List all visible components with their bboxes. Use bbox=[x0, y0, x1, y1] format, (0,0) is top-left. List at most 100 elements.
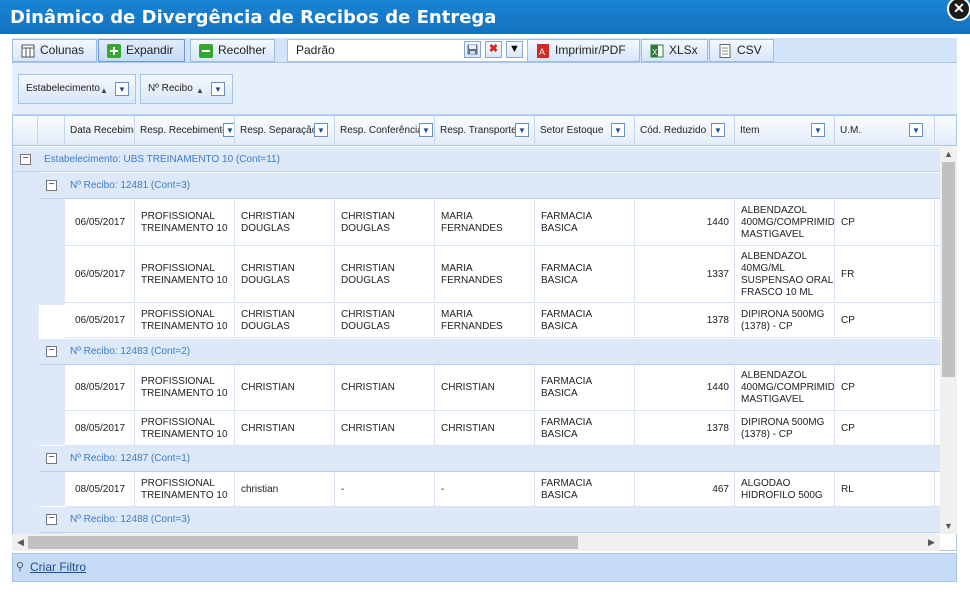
layout-value: Padrão bbox=[296, 43, 335, 57]
cell-resp-recebimento: PROFISSIONAL TREINAMENTO 10 bbox=[135, 200, 235, 245]
table-row[interactable]: 08/05/2017 PROFISSIONAL TREINAMENTO 10 c… bbox=[65, 473, 940, 507]
scroll-down-icon[interactable]: ▼ bbox=[940, 518, 957, 534]
header-item[interactable]: Item ▼ bbox=[735, 116, 835, 146]
collapse-toggle-icon[interactable]: − bbox=[46, 453, 57, 464]
group-chip-receipt[interactable]: Nº Recibo ▲ ▼ bbox=[140, 74, 233, 104]
cell-date: 06/05/2017 bbox=[65, 247, 135, 302]
chevron-down-icon[interactable]: ▼ bbox=[711, 123, 725, 137]
cell-um: CP bbox=[835, 366, 935, 410]
table-row[interactable]: 06/05/2017 PROFISSIONAL TREINAMENTO 10 C… bbox=[65, 304, 940, 338]
columns-icon bbox=[21, 44, 35, 58]
cell-date: 08/05/2017 bbox=[65, 473, 135, 506]
chevron-down-icon[interactable]: ▼ bbox=[223, 123, 234, 137]
chevron-down-icon[interactable]: ▼ bbox=[314, 123, 328, 137]
chevron-down-icon[interactable]: ▼ bbox=[115, 82, 129, 96]
sort-asc-icon: ▲ bbox=[100, 86, 108, 95]
group-indent bbox=[13, 172, 39, 550]
collapse-toggle-icon[interactable]: − bbox=[46, 346, 57, 357]
table-row[interactable]: 06/05/2017 PROFISSIONAL TREINAMENTO 10 C… bbox=[65, 247, 940, 303]
collapse-toggle-icon[interactable]: − bbox=[46, 180, 57, 191]
window-titlebar: Dinâmico de Divergência de Recibos de En… bbox=[0, 0, 970, 34]
cell-setor-estoque: FARMACIA BASICA bbox=[535, 366, 635, 410]
scroll-up-icon[interactable]: ▲ bbox=[940, 146, 957, 162]
sort-asc-icon: ▲ bbox=[196, 86, 204, 95]
cell-um: CP bbox=[835, 304, 935, 337]
chevron-down-icon[interactable]: ▼ bbox=[419, 123, 433, 137]
group-row-establishment[interactable]: − Estabelecimento: UBS TREINAMENTO 10 (C… bbox=[13, 147, 940, 172]
collapse-toggle-icon[interactable]: − bbox=[20, 154, 31, 165]
group-indent bbox=[39, 199, 65, 305]
cell-item: DIPIRONA 500MG (1378) - CP bbox=[735, 304, 835, 337]
print-pdf-button[interactable]: A Imprimir/PDF bbox=[527, 39, 640, 62]
vertical-scrollbar[interactable]: ▲ ▼ bbox=[940, 146, 957, 534]
group-chip-establishment[interactable]: Estabelecimento ▲ ▼ bbox=[18, 74, 136, 104]
header-label: Resp. Conferência bbox=[340, 125, 423, 136]
expand-label: Expandir bbox=[126, 43, 174, 57]
collapse-button[interactable]: Recolher bbox=[190, 39, 275, 62]
chevron-down-icon[interactable]: ▼ bbox=[811, 123, 825, 137]
excel-icon: X bbox=[650, 44, 664, 58]
horizontal-scrollbar[interactable]: ◀ ▶ bbox=[12, 534, 940, 551]
print-pdf-label: Imprimir/PDF bbox=[555, 43, 626, 57]
group-row-receipt[interactable]: − Nº Recibo: 12483 (Cont=2) bbox=[39, 339, 940, 365]
columns-button[interactable]: Colunas bbox=[12, 39, 97, 62]
group-row-receipt[interactable]: − Nº Recibo: 12488 (Cont=3) bbox=[39, 507, 940, 533]
header-label: Resp. Transporte bbox=[440, 125, 517, 136]
chevron-down-icon[interactable]: ▼ bbox=[611, 123, 625, 137]
group-label: Nº Recibo: 12487 (Cont=1) bbox=[70, 453, 191, 464]
chevron-down-icon[interactable]: ▼ bbox=[909, 123, 923, 137]
header-label: U.M. bbox=[840, 125, 862, 136]
plus-icon bbox=[107, 44, 121, 58]
header-setor-estoque[interactable]: Setor Estoque ▼ bbox=[535, 116, 635, 146]
header-data-recebimento[interactable]: Data Recebimento bbox=[65, 116, 135, 146]
delete-layout-button[interactable]: ✖ bbox=[485, 41, 502, 58]
cell-resp-separacao: CHRISTIAN DOUGLAS bbox=[235, 247, 335, 302]
header-cod-reduzido[interactable]: Cód. Reduzido ▼ bbox=[635, 116, 735, 146]
header-um[interactable]: U.M. ▼ bbox=[835, 116, 935, 146]
cell-date: 06/05/2017 bbox=[65, 304, 135, 337]
cell-item: DIPIRONA 500MG (1378) - CP bbox=[735, 412, 835, 445]
scroll-right-icon[interactable]: ▶ bbox=[923, 534, 940, 550]
table-row[interactable]: 06/05/2017 PROFISSIONAL TREINAMENTO 10 C… bbox=[65, 200, 940, 246]
csv-button[interactable]: CSV bbox=[709, 39, 774, 62]
group-row-receipt[interactable]: − Nº Recibo: 12487 (Cont=1) bbox=[39, 446, 940, 472]
close-button[interactable]: ✕ bbox=[947, 0, 970, 21]
vertical-scroll-thumb[interactable] bbox=[942, 162, 955, 377]
document-icon bbox=[719, 44, 731, 58]
header-label: Data Recebimento bbox=[70, 125, 134, 136]
cell-resp-transporte: MARIA FERNANDES bbox=[435, 200, 535, 245]
group-label: Nº Recibo: 12481 (Cont=3) bbox=[70, 180, 191, 191]
table-row[interactable]: 08/05/2017 PROFISSIONAL TREINAMENTO 10 C… bbox=[65, 412, 940, 446]
header-spacer bbox=[13, 116, 38, 146]
xlsx-label: XLSx bbox=[669, 43, 698, 57]
create-filter-link[interactable]: Criar Filtro bbox=[30, 560, 86, 574]
header-resp-recebimento[interactable]: Resp. Recebimento ▼ bbox=[135, 116, 235, 146]
chevron-down-icon[interactable]: ▼ bbox=[211, 82, 225, 96]
header-label: Item bbox=[740, 125, 760, 136]
csv-label: CSV bbox=[737, 43, 762, 57]
filter-icon: ⚲ bbox=[16, 561, 25, 573]
chevron-down-icon[interactable]: ▼ bbox=[515, 123, 529, 137]
xlsx-button[interactable]: X XLSx bbox=[641, 39, 708, 62]
collapse-toggle-icon[interactable]: − bbox=[46, 514, 57, 525]
header-resp-transporte[interactable]: Resp. Transporte ▼ bbox=[435, 116, 535, 146]
expand-button[interactable]: Expandir bbox=[98, 39, 185, 62]
cell-resp-conferencia: CHRISTIAN DOUGLAS bbox=[335, 247, 435, 302]
table-row[interactable]: 08/05/2017 PROFISSIONAL TREINAMENTO 10 C… bbox=[65, 366, 940, 411]
cell-cod-reduzido: 1440 bbox=[635, 200, 735, 245]
cell-resp-conferencia: CHRISTIAN DOUGLAS bbox=[335, 304, 435, 337]
save-layout-button[interactable] bbox=[464, 41, 481, 58]
scroll-left-icon[interactable]: ◀ bbox=[12, 534, 29, 550]
cell-setor-estoque: FARMACIA BASICA bbox=[535, 200, 635, 245]
group-chip-label: Estabelecimento bbox=[26, 83, 100, 94]
collapse-label: Recolher bbox=[218, 43, 267, 57]
toolbar: Colunas Expandir Recolher Padrão ✖ ▼ A I… bbox=[12, 38, 957, 63]
cell-cod-reduzido: 1378 bbox=[635, 304, 735, 337]
group-row-receipt[interactable]: − Nº Recibo: 12481 (Cont=3) bbox=[39, 173, 940, 199]
layout-dropdown-button[interactable]: ▼ bbox=[506, 41, 523, 58]
horizontal-scroll-thumb[interactable] bbox=[28, 536, 578, 549]
header-label: Resp. Separação bbox=[240, 125, 318, 136]
header-resp-separacao[interactable]: Resp. Separação ▼ bbox=[235, 116, 335, 146]
header-resp-conferencia[interactable]: Resp. Conferência ▼ bbox=[335, 116, 435, 146]
group-label: Nº Recibo: 12483 (Cont=2) bbox=[70, 346, 191, 357]
